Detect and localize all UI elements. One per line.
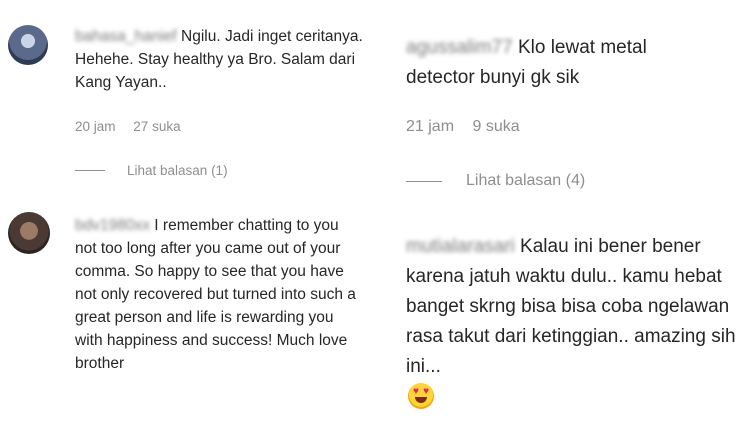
avatar[interactable] [8, 212, 50, 254]
replies-divider-line [406, 180, 442, 182]
comment-username[interactable]: bdv1980xx [75, 214, 150, 237]
comment-text: bdv1980xx I remember chatting to you not… [75, 214, 360, 375]
comment-bahasa-hanief: bahasa_hanief Ngilu. Jadi inget ceritany… [0, 0, 378, 190]
view-replies-link[interactable]: Lihat balasan (1) [75, 163, 228, 178]
view-replies-label: Lihat balasan (4) [466, 172, 586, 189]
comment-meta: 21 jam 9 suka [406, 118, 534, 136]
view-replies-link[interactable]: Lihat balasan (4) [406, 172, 585, 190]
comment-username[interactable]: agussalim77 [406, 33, 513, 63]
comment-agussalim: agussalim77 Klo lewat metal detector bun… [378, 0, 750, 205]
replies-divider-line [75, 170, 105, 171]
comment-username[interactable]: mutialarasari [406, 232, 515, 262]
comment-mutialarasari: mutialarasari Kalau ini bener bener kare… [378, 205, 750, 422]
comment-likes[interactable]: 27 suka [133, 119, 180, 134]
view-replies-label: Lihat balasan (1) [127, 163, 228, 178]
comment-body: I remember chatting to you not too long … [75, 217, 356, 372]
comment-text: agussalim77 Klo lewat metal detector bun… [406, 33, 706, 93]
comment-time[interactable]: 21 jam [406, 118, 454, 135]
comment-time[interactable]: 20 jam [75, 119, 116, 134]
comment-likes[interactable]: 9 suka [472, 118, 519, 135]
comment-meta: 20 jam 27 suka [75, 119, 195, 134]
heart-eyes-emoji-icon-face [408, 383, 434, 409]
comment-text: mutialarasari Kalau ini bener bener kare… [406, 232, 748, 382]
comment-text: bahasa_hanief Ngilu. Jadi inget ceritany… [75, 25, 365, 94]
left-comment-column: bahasa_hanief Ngilu. Jadi inget ceritany… [0, 0, 378, 422]
comment-bdv1980: bdv1980xx I remember chatting to you not… [0, 200, 378, 422]
heart-eyes-emoji-icon [408, 383, 434, 409]
right-comment-column: agussalim77 Klo lewat metal detector bun… [378, 0, 750, 422]
comment-username[interactable]: bahasa_hanief [75, 25, 177, 48]
avatar[interactable] [8, 25, 48, 65]
